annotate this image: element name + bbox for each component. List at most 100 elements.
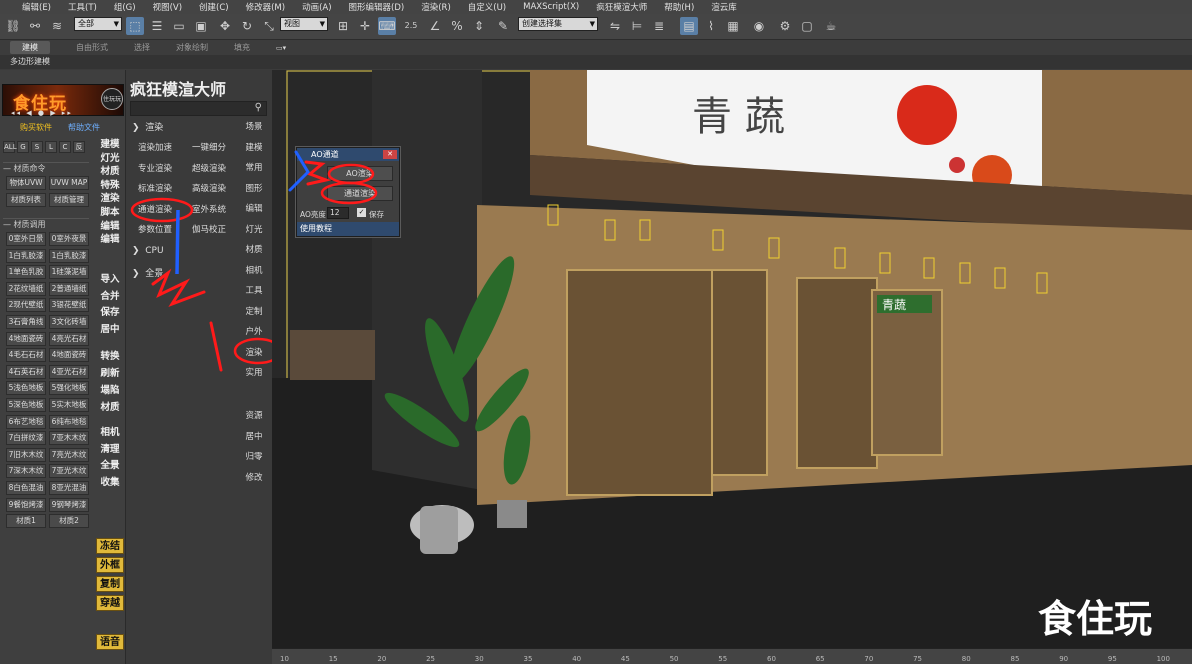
filter-button-4[interactable]: C — [59, 141, 71, 153]
side-cmd-side_cmds_c-2[interactable]: 塌陷 — [96, 384, 124, 397]
side-cmd-side_cmds_c-0[interactable]: 转换 — [96, 350, 124, 363]
keyboard-shortcut-icon[interactable]: ⌨ — [378, 17, 396, 35]
side-cmd-side_cmds_b-2[interactable]: 保存 — [96, 306, 124, 319]
material-button[interactable]: 4亮光石材 — [49, 331, 89, 346]
material-button[interactable]: 9餐饱烤漆 — [6, 497, 46, 512]
material-button[interactable]: 5强化地板 — [49, 381, 89, 396]
bind-spacewarp-icon[interactable]: ≋ — [48, 17, 66, 35]
tutorial-link[interactable]: 使用教程 — [297, 222, 399, 236]
menu-item-3[interactable]: 视图(V) — [153, 1, 182, 13]
side-cmd-side_cmds_a-4[interactable]: 渲染 — [96, 192, 124, 205]
yellow-button-0[interactable]: 冻结 — [96, 538, 124, 554]
menu-item-5[interactable]: 修改器(M) — [246, 1, 285, 13]
material-button[interactable]: 4石英石材 — [6, 364, 46, 379]
material-button[interactable]: 5深色地板 — [6, 398, 46, 412]
material-button[interactable]: 7亚木木纹 — [49, 431, 89, 446]
move-icon[interactable]: ✥ — [216, 17, 234, 35]
ribbon-tab-freeform[interactable]: 自由形式 — [76, 42, 108, 53]
menu-item-13[interactable]: 渲云库 — [711, 1, 737, 13]
side-cmd-side_cmds_d-1[interactable]: 清理 — [96, 443, 124, 456]
material2-tab[interactable]: 材质2 — [49, 514, 89, 528]
schematic-view-icon[interactable]: ▦ — [724, 17, 742, 35]
help-file-link[interactable]: 帮助文件 — [68, 122, 100, 133]
yellow-button-1[interactable]: 外框 — [96, 557, 124, 573]
rendered-frame-icon[interactable]: ▢ — [798, 17, 816, 35]
ribbon-tab-selection[interactable]: 选择 — [134, 42, 150, 53]
link-icon[interactable]: ⛓ — [4, 17, 22, 35]
menu-item-11[interactable]: 疯狂模渲大师 — [596, 1, 647, 13]
render-setup-icon[interactable]: ⚙ — [776, 17, 794, 35]
material-button[interactable]: 1白乳胶漆 — [6, 248, 46, 263]
side-cmd-side_cmds_c-1[interactable]: 刷新 — [96, 367, 124, 380]
material-button[interactable]: 6布艺地毯 — [6, 414, 46, 429]
edit-named-selection-icon[interactable]: ✎ — [494, 17, 512, 35]
object-uvw-button[interactable]: 物体UVW — [6, 176, 46, 190]
poly-modeling-label[interactable]: 多边形建模 — [10, 56, 50, 67]
material-button[interactable]: 1硅藻泥墙 — [49, 265, 89, 280]
side-cmd-side_cmds_a-2[interactable]: 材质 — [96, 165, 124, 178]
menu-item-7[interactable]: 图形编辑器(D) — [349, 1, 405, 13]
angle-snap-icon[interactable]: ∠ — [426, 17, 444, 35]
material-button[interactable]: 3银花壁纸 — [49, 298, 89, 313]
material-button[interactable]: 0室外日景 — [6, 232, 46, 246]
filter-button-0[interactable]: ALL — [3, 141, 17, 153]
material-button[interactable]: 5实木地板 — [49, 398, 89, 412]
material-button[interactable]: 6纯布地毯 — [49, 414, 89, 429]
filter-button-5[interactable]: 反 — [73, 141, 85, 153]
uvw-map-button[interactable]: UVW MAP — [49, 176, 89, 190]
render-teapot-icon[interactable]: ☕ — [822, 17, 840, 35]
side-cmd-side_cmds_c-3[interactable]: 材质 — [96, 401, 124, 414]
side-cmd-side_cmds_b-1[interactable]: 合并 — [96, 290, 124, 303]
select-object-icon[interactable]: ⬚ — [126, 17, 144, 35]
material-button[interactable]: 7深木木纹 — [6, 464, 46, 479]
material-button[interactable]: 2花纹墙纸 — [6, 281, 46, 296]
pivot-icon[interactable]: ⊞ — [334, 17, 352, 35]
selection-filter-dropdown[interactable]: 全部 ▼ — [74, 17, 122, 31]
material-button[interactable]: 1白乳胶漆 — [49, 248, 89, 263]
rotate-icon[interactable]: ↻ — [238, 17, 256, 35]
plugin-tool-2[interactable]: 归零 — [239, 450, 269, 462]
material-button[interactable]: 7亚光木纹 — [49, 464, 89, 479]
plugin-tool-1[interactable]: 居中 — [239, 430, 269, 442]
material-button[interactable]: 1单色乳胶 — [6, 265, 46, 280]
side-cmd-side_cmds_d-3[interactable]: 收集 — [96, 476, 124, 489]
ribbon-tab-populate[interactable]: 填充 — [234, 42, 250, 53]
filter-button-1[interactable]: G — [17, 141, 29, 153]
buy-software-link[interactable]: 购买软件 — [20, 122, 52, 133]
window-crossing-icon[interactable]: ▣ — [192, 17, 210, 35]
reference-coord-dropdown[interactable]: 视图 ▼ — [280, 17, 328, 31]
material-button[interactable]: 0室外夜景 — [49, 232, 89, 246]
scale-icon[interactable]: ⤡ — [260, 17, 278, 35]
perspective-viewport[interactable]: 青 蔬 青蔬 — [272, 70, 1192, 648]
material-button[interactable]: 4地面瓷砖 — [49, 348, 89, 363]
align-icon[interactable]: ⊨ — [628, 17, 646, 35]
side-cmd-side_cmds_b-3[interactable]: 居中 — [96, 323, 124, 336]
side-cmd-side_cmds_a-7[interactable]: 编辑 — [96, 233, 124, 246]
material-button[interactable]: 2现代壁纸 — [6, 298, 46, 313]
material-button[interactable]: 5浅色地板 — [6, 381, 46, 396]
plugin-tool-0[interactable]: 资源 — [239, 409, 269, 421]
side-cmd-side_cmds_d-2[interactable]: 全景 — [96, 459, 124, 472]
mirror-icon[interactable]: ⇋ — [606, 17, 624, 35]
material-list-button[interactable]: 材质列表 — [6, 193, 46, 207]
filter-button-2[interactable]: S — [31, 141, 43, 153]
material-button[interactable]: 3石膏角线 — [6, 315, 46, 329]
ribbon-tab-modeling[interactable]: 建模 — [10, 41, 50, 54]
spinner-snap-icon[interactable]: ⇕ — [470, 17, 488, 35]
material-button[interactable]: 4地面瓷砖 — [6, 331, 46, 346]
menu-item-12[interactable]: 帮助(H) — [664, 1, 694, 13]
menu-item-0[interactable]: 编辑(E) — [22, 1, 51, 13]
menu-item-8[interactable]: 渲染(R) — [421, 1, 451, 13]
menu-item-10[interactable]: MAXScript(X) — [523, 2, 579, 12]
banner-nav-controls[interactable]: ◂◂ ◀ ● ▶ ▸▸ — [11, 109, 73, 117]
named-selection-dropdown[interactable]: 创建选择集 ▼ — [518, 17, 598, 31]
menu-item-9[interactable]: 自定义(U) — [468, 1, 506, 13]
side-cmd-side_cmds_a-0[interactable]: 建模 — [96, 138, 124, 151]
side-cmd-side_cmds_b-0[interactable]: 导入 — [96, 273, 124, 286]
ribbon-tab-object-paint[interactable]: 对象绘制 — [176, 42, 208, 53]
side-cmd-side_cmds_a-1[interactable]: 灯光 — [96, 152, 124, 165]
curve-editor-icon[interactable]: ⌇ — [702, 17, 720, 35]
select-manipulate-icon[interactable]: ✛ — [356, 17, 374, 35]
menu-item-4[interactable]: 创建(C) — [199, 1, 229, 13]
unlink-icon[interactable]: ⚯ — [26, 17, 44, 35]
